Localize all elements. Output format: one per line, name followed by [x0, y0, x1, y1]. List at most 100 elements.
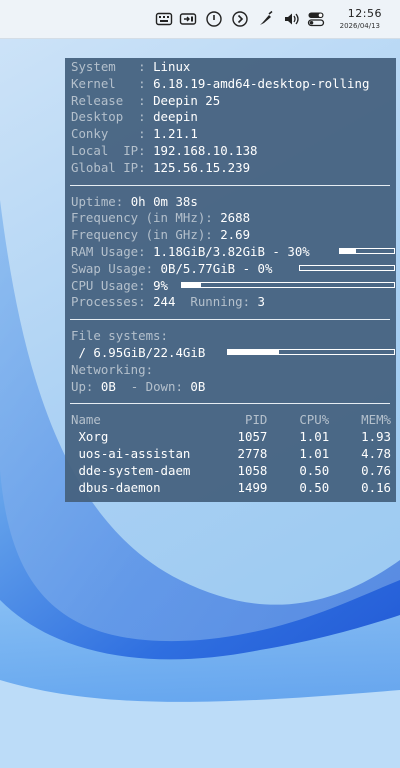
filesystems-heading: File systems: [71, 328, 396, 345]
release-value: Deepin 25 [153, 92, 221, 108]
filesystem-usage-bar [227, 348, 395, 355]
process-cpu: 1.01 [299, 445, 330, 461]
networking-heading: Networking: [71, 362, 396, 379]
conky-version-label: Conky : [71, 126, 146, 142]
cpu-label: CPU Usage: [71, 277, 146, 293]
freq-ghz-row: Frequency (in GHz): 2.69 [71, 227, 396, 244]
cpu-usage-fill [182, 282, 202, 287]
process-pid: 2778 [237, 445, 268, 461]
network-traffic-row: Up: 0B - Down: 0B [71, 379, 396, 396]
networking-label: Networking: [71, 361, 154, 377]
swap-label: Swap Usage: [71, 260, 154, 276]
ram-usage-bar [339, 247, 395, 254]
header-cpu: CPU% [299, 412, 330, 428]
divider [70, 319, 390, 321]
table-row: Xorg 1057 1.01 1.93 [71, 429, 391, 446]
global-ip-value: 125.56.15.239 [153, 159, 251, 175]
process-name: uos-ai-assistan [78, 445, 191, 461]
release-row: Release : Deepin 25 [71, 93, 396, 110]
process-mem: 0.16 [361, 479, 391, 495]
global-ip-row: Global IP: 125.56.15.239 [71, 160, 396, 177]
table-row: dde-system-daem 1058 0.50 0.76 [71, 463, 391, 480]
process-mem: 1.93 [361, 429, 391, 445]
process-cpu: 1.01 [299, 429, 330, 445]
header-pid: PID [245, 412, 268, 428]
freq-mhz-row: Frequency (in MHz): 2688 [71, 210, 396, 227]
uptime-row: Uptime: 0h 0m 38s [71, 194, 396, 211]
running-value: 3 [257, 294, 266, 310]
system-label: System : [71, 59, 146, 74]
system-row: System : Linux [71, 59, 396, 76]
processes-row: Processes: 244 Running: 3 [71, 294, 396, 311]
running-label: Running: [190, 294, 251, 310]
filesystems-label: File systems: [71, 328, 168, 344]
freq-ghz-label: Frequency (in GHz): [71, 227, 213, 243]
freq-mhz-label: Frequency (in MHz): [71, 210, 213, 226]
local-ip-row: Local IP: 192.168.10.138 [71, 143, 396, 160]
ram-value: 1.18GiB/3.82GiB - 30% [153, 243, 310, 259]
input-method-icon[interactable] [178, 9, 198, 29]
upload-label: Up: [71, 378, 94, 394]
volume-icon[interactable] [282, 9, 302, 29]
process-name: dbus-daemon [78, 479, 161, 495]
uptime-value: 0h 0m 38s [130, 193, 198, 209]
cpu-row: CPU Usage: 9% [71, 278, 396, 295]
process-table-header: Name PID CPU% MEM% [71, 412, 391, 429]
process-pid: 1058 [237, 462, 268, 478]
filesystem-value: 6.95GiB/22.4GiB [93, 344, 206, 360]
local-ip-value: 192.168.10.138 [153, 142, 258, 158]
process-mem: 0.76 [361, 462, 391, 478]
processes-value: 244 [153, 294, 176, 310]
header-mem: MEM% [361, 412, 391, 428]
desktop-value: deepin [153, 109, 198, 125]
power-icon[interactable] [204, 9, 224, 29]
conky-version-row: Conky : 1.21.1 [71, 126, 396, 143]
kernel-value: 6.18.19-amd64-desktop-rolling [153, 75, 370, 91]
release-label: Release : [71, 92, 146, 108]
process-name: Xorg [78, 429, 109, 445]
desktop-label: Desktop : [71, 109, 146, 125]
ram-label: RAM Usage: [71, 243, 146, 259]
process-mem: 4.78 [361, 445, 391, 461]
processes-label: Processes: [71, 294, 146, 310]
taskbar: 12:56 2026/04/13 [0, 0, 400, 39]
system-value: Linux [153, 59, 191, 74]
conky-panel: System : Linux Kernel : 6.18.19-amd64-de… [65, 58, 396, 502]
toggle-icon[interactable] [306, 9, 326, 29]
kernel-row: Kernel : 6.18.19-amd64-desktop-rolling [71, 76, 396, 93]
pen-icon[interactable] [256, 9, 276, 29]
process-table: Name PID CPU% MEM% Xorg 1057 1.01 1.93 u… [71, 412, 391, 496]
cpu-value: 9% [153, 277, 168, 293]
clock-date[interactable]: 2026/04/13 [340, 22, 380, 30]
arrow-circle-icon[interactable] [230, 9, 250, 29]
process-cpu: 0.50 [299, 479, 330, 495]
table-row: uos-ai-assistan 2778 1.01 4.78 [71, 446, 391, 463]
keyboard-icon[interactable] [154, 9, 174, 29]
conky-version-value: 1.21.1 [153, 126, 198, 142]
swap-usage-bar [299, 264, 395, 271]
filesystem-root-row: / 6.95GiB/22.4GiB [71, 345, 396, 362]
freq-ghz-value: 2.69 [220, 227, 251, 243]
ram-row: RAM Usage: 1.18GiB/3.82GiB - 30% [71, 244, 396, 261]
swap-row: Swap Usage: 0B/5.77GiB - 0% [71, 261, 396, 278]
mount-point: / [71, 344, 86, 360]
download-value: 0B [190, 378, 206, 394]
upload-value: 0B [100, 378, 116, 394]
ram-usage-fill [340, 248, 357, 253]
process-name: dde-system-daem [78, 462, 191, 478]
divider [70, 403, 390, 405]
process-pid: 1057 [237, 429, 268, 445]
kernel-label: Kernel : [71, 75, 146, 91]
local-ip-label: Local IP: [71, 142, 146, 158]
cpu-usage-bar [181, 281, 395, 288]
process-cpu: 0.50 [299, 462, 330, 478]
swap-value: 0B/5.77GiB - 0% [160, 260, 273, 276]
filesystem-usage-fill [228, 349, 280, 354]
uptime-label: Uptime: [71, 193, 124, 209]
global-ip-label: Global IP: [71, 159, 146, 175]
clock-time[interactable]: 12:56 [348, 7, 382, 20]
download-label: - Down: [130, 378, 183, 394]
table-row: dbus-daemon 1499 0.50 0.16 [71, 480, 391, 497]
process-pid: 1499 [237, 479, 268, 495]
divider [70, 184, 390, 186]
